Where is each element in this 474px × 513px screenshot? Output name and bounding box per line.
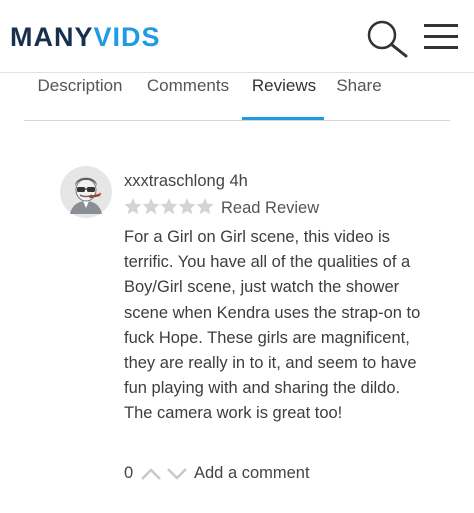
star-rating-icons bbox=[124, 198, 214, 215]
review-paragraph: For a Girl on Girl scene, this video is … bbox=[124, 228, 421, 398]
logo-text-many: MANY bbox=[10, 22, 94, 52]
hamburger-menu-icon bbox=[424, 24, 458, 27]
vote-count: 0 bbox=[124, 464, 134, 482]
downvote-button[interactable] bbox=[166, 465, 188, 481]
tab-comments[interactable]: Comments bbox=[142, 72, 234, 120]
hamburger-menu-icon-bar bbox=[424, 46, 458, 49]
active-tab-indicator bbox=[242, 117, 324, 120]
search-button[interactable] bbox=[362, 16, 414, 60]
read-review-link[interactable]: Read Review bbox=[221, 198, 319, 218]
review-author: xxxtraschlong 4h bbox=[124, 170, 248, 192]
tab-description[interactable]: Description bbox=[32, 72, 128, 120]
username[interactable]: xxxtraschlong bbox=[124, 172, 225, 190]
manyvids-logo[interactable]: MANYVIDS bbox=[10, 20, 161, 54]
tab-reviews[interactable]: Reviews bbox=[250, 72, 318, 120]
top-header: MANYVIDS bbox=[0, 0, 474, 73]
chevron-down-icon bbox=[167, 468, 187, 480]
star-icon bbox=[178, 198, 196, 215]
add-comment-link[interactable]: Add a comment bbox=[194, 461, 310, 485]
star-icon bbox=[196, 198, 214, 215]
content-tabs: Description Comments Reviews Share bbox=[24, 72, 450, 121]
avatar[interactable] bbox=[60, 166, 112, 218]
review-time: 4h bbox=[229, 172, 248, 190]
review-actions: 0 Add a comment bbox=[124, 461, 424, 485]
hamburger-menu-icon-bar bbox=[424, 35, 458, 38]
page: MANYVIDS Description Comments Reviews Sh… bbox=[0, 0, 474, 513]
review-paragraph: The camera work is great too! bbox=[124, 404, 343, 423]
hamburger-menu-button[interactable] bbox=[422, 22, 462, 52]
chevron-up-icon bbox=[141, 468, 161, 480]
upvote-button[interactable] bbox=[140, 465, 162, 481]
star-icon bbox=[124, 198, 142, 215]
star-rating bbox=[124, 197, 216, 217]
tab-share[interactable]: Share bbox=[334, 72, 384, 120]
star-icon bbox=[160, 198, 178, 215]
review-text: For a Girl on Girl scene, this video is … bbox=[124, 225, 424, 427]
star-icon bbox=[142, 198, 160, 215]
user-avatar-icon bbox=[60, 166, 112, 218]
search-icon bbox=[367, 20, 408, 58]
logo-text-vids: VIDS bbox=[93, 22, 161, 52]
